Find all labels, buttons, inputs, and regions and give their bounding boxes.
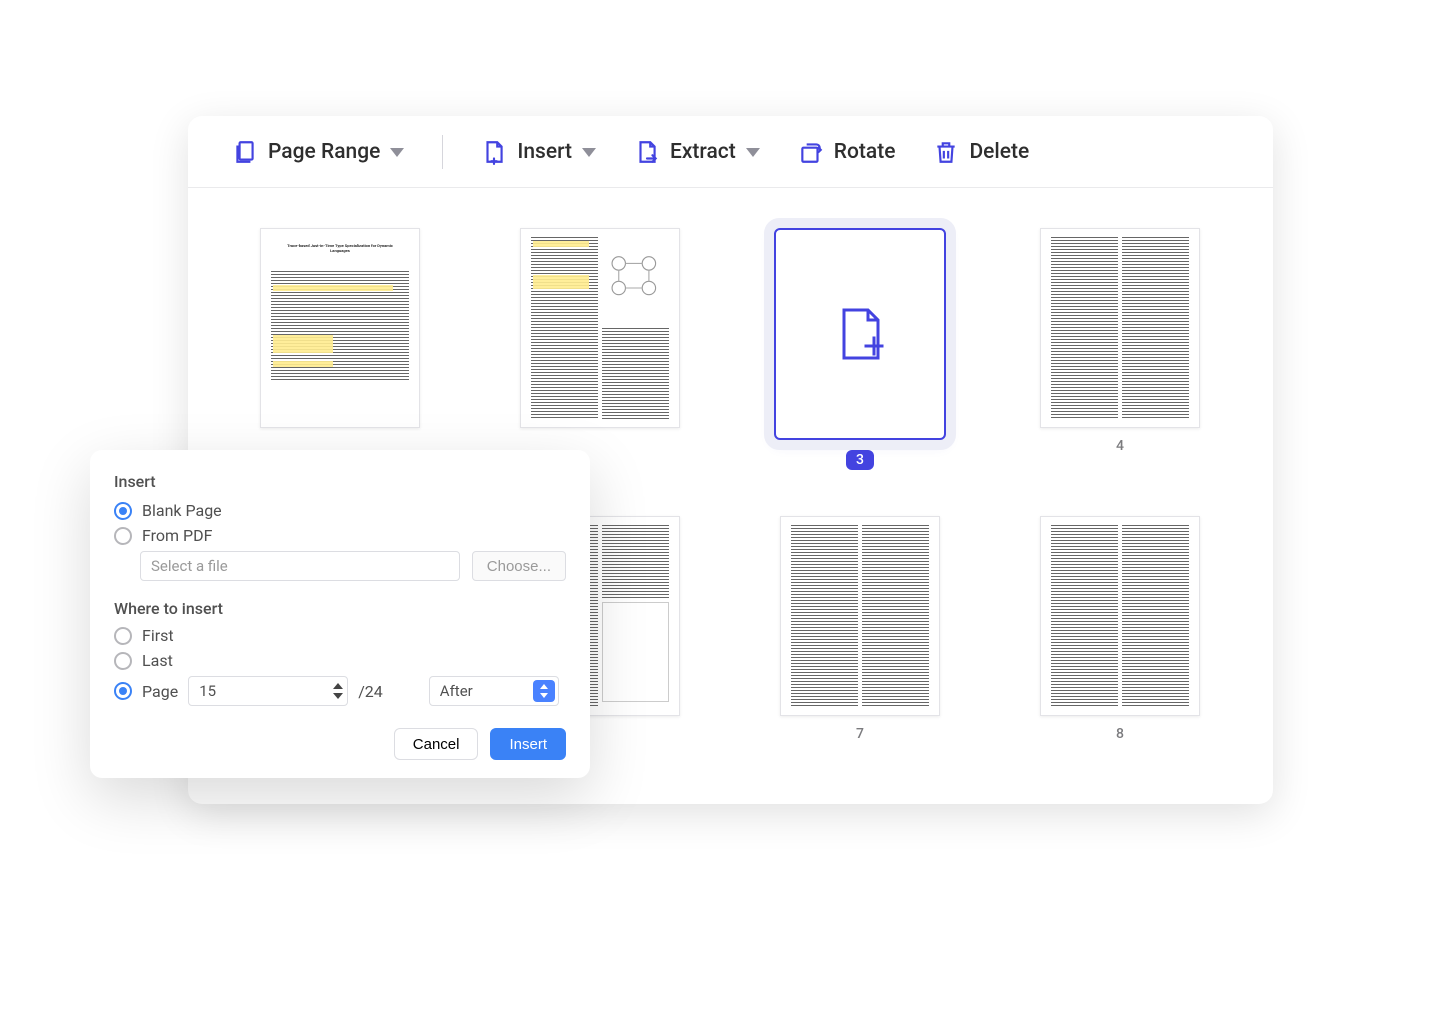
stepper-up[interactable] bbox=[333, 683, 343, 689]
delete-label: Delete bbox=[969, 140, 1029, 164]
page-number-input[interactable]: 15 bbox=[188, 676, 348, 706]
radio-label: Last bbox=[142, 651, 173, 670]
radio-icon[interactable] bbox=[114, 682, 132, 700]
radio-label: First bbox=[142, 626, 174, 645]
insert-dialog: Insert Blank Page From PDF Select a file… bbox=[90, 450, 590, 778]
page-thumbnail bbox=[780, 516, 940, 716]
rotate-label: Rotate bbox=[834, 140, 896, 164]
radio-from-pdf[interactable]: From PDF bbox=[114, 526, 566, 545]
extract-button[interactable]: Extract bbox=[634, 139, 760, 165]
page-thumbnail: Trace-based Just-in-Time Type Specializa… bbox=[260, 228, 420, 428]
thumbnail-cell[interactable]: 7 bbox=[760, 516, 960, 742]
page-insert-icon bbox=[481, 139, 507, 165]
trash-icon bbox=[933, 139, 959, 165]
file-input[interactable]: Select a file bbox=[140, 551, 460, 581]
page-number-badge: 3 bbox=[846, 450, 874, 470]
radio-icon bbox=[114, 652, 132, 670]
radio-icon bbox=[114, 502, 132, 520]
page-extract-icon bbox=[634, 139, 660, 165]
page-total-label: /24 bbox=[358, 682, 383, 701]
figure-placeholder bbox=[602, 602, 669, 702]
page-thumbnail bbox=[1040, 516, 1200, 716]
where-section-title: Where to insert bbox=[114, 599, 566, 618]
thumbnail-cell[interactable] bbox=[500, 228, 700, 470]
insert-label: Insert bbox=[517, 140, 572, 164]
thumbnail-cell[interactable]: Trace-based Just-in-Time Type Specializa… bbox=[240, 228, 440, 470]
stepper bbox=[333, 683, 343, 699]
radio-page-row: Page 15 /24 After bbox=[114, 676, 566, 706]
delete-button[interactable]: Delete bbox=[933, 139, 1029, 165]
radio-icon bbox=[114, 527, 132, 545]
page-range-button[interactable]: Page Range bbox=[232, 139, 404, 165]
toolbar-separator bbox=[442, 135, 443, 169]
diagram-figure bbox=[602, 237, 669, 319]
radio-blank-page[interactable]: Blank Page bbox=[114, 501, 566, 520]
chevron-down-icon bbox=[390, 145, 404, 159]
dialog-actions: Cancel Insert bbox=[114, 728, 566, 760]
insert-section-title: Insert bbox=[114, 472, 566, 491]
chevron-down-icon bbox=[746, 145, 760, 159]
insert-button[interactable]: Insert bbox=[481, 139, 596, 165]
radio-label: From PDF bbox=[142, 526, 212, 545]
select-caret-icon bbox=[533, 680, 555, 702]
page-range-label: Page Range bbox=[268, 140, 380, 164]
choose-file-button[interactable]: Choose... bbox=[472, 551, 566, 581]
page-number-label: 8 bbox=[1116, 726, 1124, 742]
radio-first[interactable]: First bbox=[114, 626, 566, 645]
position-value: After bbox=[440, 682, 473, 700]
toolbar: Page Range Insert bbox=[188, 116, 1273, 188]
page-number-value: 15 bbox=[199, 682, 216, 700]
add-page-icon bbox=[836, 306, 884, 362]
radio-label: Blank Page bbox=[142, 501, 222, 520]
rotate-icon bbox=[798, 139, 824, 165]
page-thumbnail bbox=[520, 228, 680, 428]
insert-blank-page-tile[interactable] bbox=[774, 228, 946, 440]
rotate-button[interactable]: Rotate bbox=[798, 139, 896, 165]
thumbnail-cell[interactable]: 8 bbox=[1020, 516, 1220, 742]
insert-confirm-button[interactable]: Insert bbox=[490, 728, 566, 760]
page-thumbnail bbox=[1040, 228, 1200, 428]
radio-icon bbox=[114, 627, 132, 645]
thumbnail-cell: 3 bbox=[760, 228, 960, 470]
position-select[interactable]: After bbox=[429, 676, 559, 706]
thumbnail-cell[interactable]: 4 bbox=[1020, 228, 1220, 470]
file-picker-row: Select a file Choose... bbox=[140, 551, 566, 581]
radio-label[interactable]: Page bbox=[142, 682, 178, 701]
stepper-down[interactable] bbox=[333, 693, 343, 699]
file-input-placeholder: Select a file bbox=[151, 557, 228, 575]
page-range-icon bbox=[232, 139, 258, 165]
radio-last[interactable]: Last bbox=[114, 651, 566, 670]
chevron-down-icon bbox=[582, 145, 596, 159]
extract-label: Extract bbox=[670, 140, 736, 164]
page-number-label: 7 bbox=[856, 726, 864, 742]
cancel-button[interactable]: Cancel bbox=[394, 728, 479, 760]
page-number-label: 4 bbox=[1116, 438, 1124, 454]
